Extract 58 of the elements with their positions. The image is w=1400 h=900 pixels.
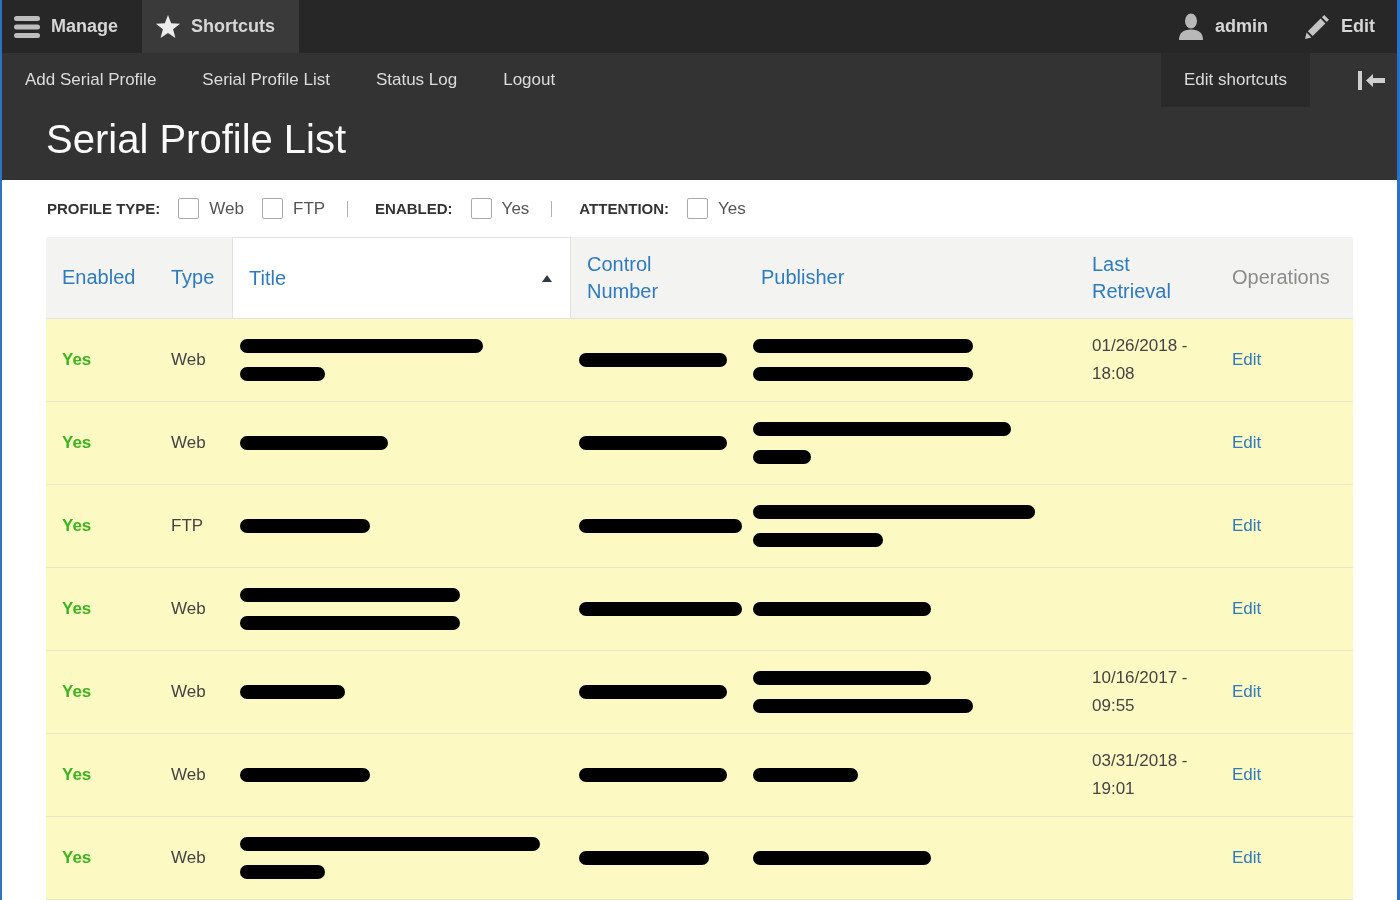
column-header[interactable]: Title	[232, 237, 571, 318]
checkbox[interactable]	[262, 198, 283, 219]
table-cell-text: Web	[171, 764, 206, 786]
checkbox[interactable]	[178, 198, 200, 219]
sort-ascending-icon[interactable]	[542, 274, 552, 282]
table-cell-text: Web	[171, 681, 206, 703]
edit-button[interactable]: Edit	[1286, 0, 1397, 53]
table-cell-text: Web	[171, 598, 206, 620]
table-cell-text: Yes	[62, 515, 92, 537]
star-icon	[155, 15, 182, 38]
table-cell-text: 10/16/2017 - 09:55	[1092, 667, 1189, 717]
table-cell-text: 03/31/2018 - 19:01	[1092, 750, 1189, 800]
table-cell-text: Web	[171, 847, 206, 869]
filter-label: ATTENTION:	[579, 200, 670, 217]
user-menu[interactable]: admin	[1161, 0, 1286, 53]
table-cell-text: Yes	[62, 598, 92, 620]
edit-link[interactable]: Edit	[1232, 595, 1262, 623]
toolbar-tab[interactable]: Shortcuts	[142, 0, 300, 53]
pencil-icon	[1305, 14, 1329, 39]
column-header[interactable]: Last Retrieval	[1076, 237, 1216, 318]
edit-link[interactable]: Edit	[1232, 512, 1262, 540]
column-header: Operations	[1231, 265, 1331, 290]
page-title: Serial Profile List	[46, 115, 347, 162]
column-header[interactable]: Type	[155, 237, 232, 318]
redaction-mark	[753, 450, 811, 464]
bar-arrow-icon[interactable]	[1358, 70, 1385, 90]
table-cell-text: Web	[171, 432, 206, 454]
checkbox-label[interactable]: FTP	[293, 198, 326, 219]
table-cell-text: FTP	[171, 515, 204, 537]
edit-link[interactable]: Edit	[1232, 844, 1262, 872]
table-cell-text: Yes	[62, 432, 92, 454]
column-header[interactable]: Publisher	[745, 237, 1076, 318]
tray-link[interactable]: Add Serial Profile	[2, 53, 180, 107]
table-cell-text: Yes	[62, 349, 92, 371]
tray-link[interactable]: Status Log	[352, 53, 481, 107]
filter-label: ENABLED:	[375, 200, 453, 217]
tray-link[interactable]: Serial Profile List	[179, 53, 353, 107]
checkbox-label[interactable]: Yes	[718, 198, 746, 219]
filter-label: PROFILE TYPE:	[47, 200, 161, 217]
column-header[interactable]: Control Number	[571, 237, 745, 318]
column-header[interactable]: Enabled	[46, 237, 155, 318]
table-cell-text: Web	[171, 349, 206, 371]
edit-link[interactable]: Edit	[1232, 429, 1262, 457]
edit-link[interactable]: Edit	[1232, 678, 1262, 706]
table-cell-text: Yes	[62, 681, 92, 703]
menu-icon	[14, 15, 40, 38]
checkbox[interactable]	[470, 198, 492, 219]
checkbox[interactable]	[687, 198, 709, 219]
table-cell-text: Yes	[62, 847, 92, 869]
checkbox-label[interactable]: Web	[209, 198, 244, 219]
table-cell-text: 01/26/2018 - 18:08	[1092, 335, 1189, 385]
tray-link[interactable]: Logout	[480, 53, 579, 107]
edit-shortcuts-link[interactable]: Edit shortcuts	[1161, 53, 1310, 107]
checkbox-label[interactable]: Yes	[501, 198, 530, 219]
edit-link[interactable]: Edit	[1232, 761, 1262, 789]
user-icon	[1179, 13, 1203, 40]
edit-link[interactable]: Edit	[1232, 346, 1262, 374]
table-cell-text: Yes	[62, 764, 92, 786]
